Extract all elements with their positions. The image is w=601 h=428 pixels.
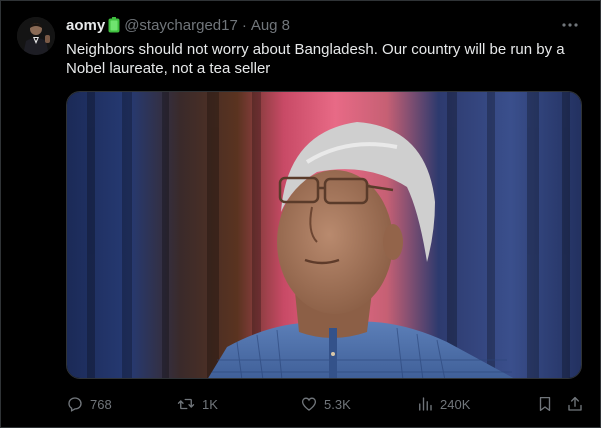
views-button[interactable]: 240K <box>416 394 470 414</box>
battery-icon <box>108 17 120 33</box>
like-button[interactable]: 5.3K <box>300 394 351 414</box>
share-button[interactable] <box>566 394 590 414</box>
bookmark-icon <box>539 396 551 412</box>
views-chart-icon <box>419 397 432 411</box>
avatar[interactable] <box>17 17 55 55</box>
header-separator: · <box>241 16 247 34</box>
retweet-button[interactable]: 1K <box>176 394 218 414</box>
reply-button[interactable]: 768 <box>66 394 112 414</box>
tweet-header: aomy @staycharged17 · Aug 8 <box>66 14 290 36</box>
reply-count: 768 <box>90 396 112 412</box>
retweet-icon <box>177 398 195 410</box>
portrait-photo <box>67 92 581 378</box>
author-name[interactable]: aomy <box>66 17 105 34</box>
more-options-icon[interactable] <box>559 16 581 34</box>
heart-icon <box>301 397 317 411</box>
tweet-photo[interactable] <box>66 91 582 379</box>
tweet-date[interactable]: Aug 8 <box>251 17 290 34</box>
bookmark-button[interactable] <box>536 394 560 414</box>
avatar-image <box>17 17 55 55</box>
tweet-text: Neighbors should not worry about Banglad… <box>66 41 565 77</box>
view-count: 240K <box>440 396 471 412</box>
author-handle[interactable]: @staycharged17 <box>124 17 238 34</box>
reply-icon <box>68 397 82 412</box>
like-count: 5.3K <box>324 396 351 412</box>
tweet-actions: 768 1K 5.3K 240K <box>66 394 586 414</box>
retweet-count: 1K <box>202 396 218 412</box>
share-icon <box>568 396 582 411</box>
